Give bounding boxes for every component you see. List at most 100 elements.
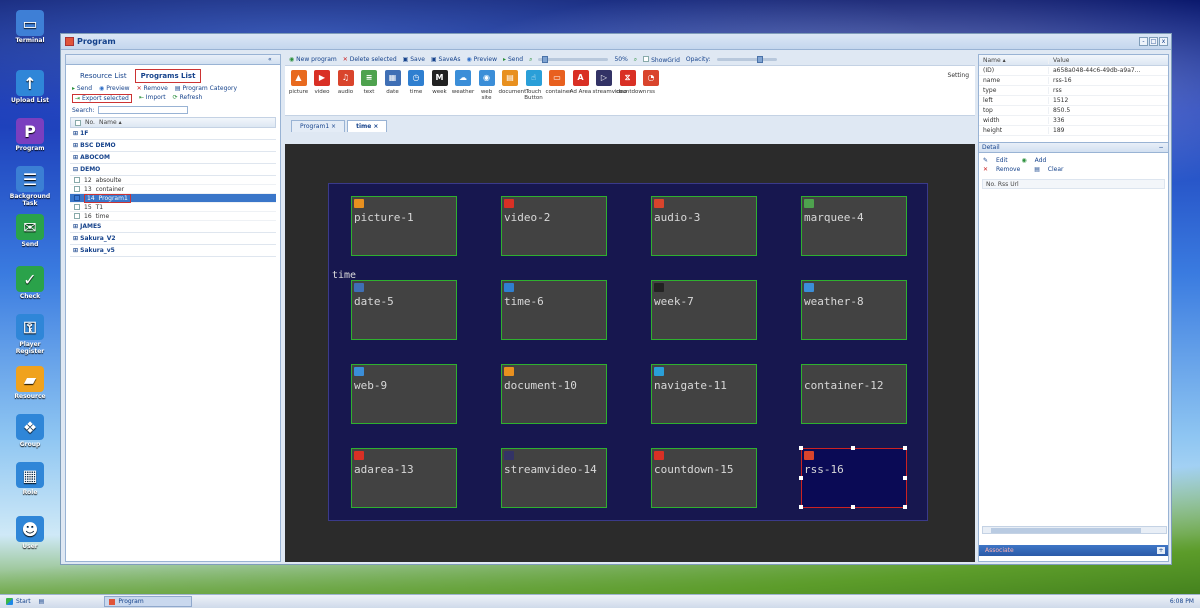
prop-col-value[interactable]: Value	[1049, 57, 1069, 64]
desktop-icon-key[interactable]: ⚿ Player Register	[8, 314, 52, 355]
property-row[interactable]: type rss	[979, 86, 1168, 96]
desktop-icon-program[interactable]: P Program	[8, 118, 52, 152]
saveas-button[interactable]: ▣ SaveAs	[431, 56, 461, 63]
setting-label[interactable]: Setting	[948, 72, 969, 79]
widget-audio-3[interactable]: audio-3	[651, 196, 757, 256]
design-canvas[interactable]: picture-1 video-2 audio-3 marquee-4 date-5 ti…	[285, 144, 975, 562]
desktop-icon-upload[interactable]: ↑ Upload List	[8, 70, 52, 104]
tab-programs-list[interactable]: Programs List	[134, 69, 202, 83]
palette-website[interactable]: ◉ web site	[475, 70, 498, 111]
resize-handle[interactable]	[903, 476, 907, 480]
new-program-button[interactable]: ◉ New program	[289, 56, 337, 63]
program-group[interactable]: ⊞ JAMES	[70, 221, 276, 233]
import-button[interactable]: ⇤ Import	[139, 94, 166, 103]
desktop-icon-send[interactable]: ✉ Send	[8, 214, 52, 248]
palette-weather[interactable]: ☁ weather	[452, 70, 475, 111]
show-desktop-icon[interactable]: ▤	[39, 598, 45, 605]
preview-program-button[interactable]: ◉ Preview	[467, 56, 498, 63]
preview-button[interactable]: ◉ Preview	[99, 85, 130, 92]
property-row[interactable]: width 336	[979, 116, 1168, 126]
row-checkbox[interactable]	[74, 204, 80, 210]
resize-handle[interactable]	[799, 505, 803, 509]
resize-handle[interactable]	[851, 505, 855, 509]
remove-button[interactable]: ✕ Remove	[137, 85, 168, 92]
property-value[interactable]: rss-16	[1049, 77, 1072, 84]
program-row[interactable]: 14 Program1	[70, 193, 276, 203]
program-row[interactable]: 12 absoulte	[70, 176, 276, 185]
program-group[interactable]: ⊞ Sakura_V2	[70, 233, 276, 245]
program-group[interactable]: ⊞ BSC DEMO	[70, 140, 276, 152]
select-all-checkbox[interactable]	[75, 119, 81, 126]
widget-picture-1[interactable]: picture-1	[351, 196, 457, 256]
palette-picture[interactable]: ▲ picture	[287, 70, 310, 111]
minimize-button[interactable]: -	[1139, 37, 1148, 46]
delete-selected-button[interactable]: ✕ Delete selected	[343, 56, 397, 63]
row-checkbox[interactable]	[74, 195, 80, 201]
palette-week[interactable]: Mweek	[428, 70, 451, 111]
desktop-icon-group[interactable]: ❖ Group	[8, 414, 52, 448]
col-no[interactable]: No.	[85, 119, 95, 126]
palette-touch[interactable]: ☝ Touch Button	[522, 70, 545, 111]
widget-streamvideo-14[interactable]: streamvideo-14	[501, 448, 607, 508]
program-group[interactable]: ⊞ 1F	[70, 128, 276, 140]
resize-handle[interactable]	[903, 505, 907, 509]
start-button[interactable]: Start	[6, 598, 31, 605]
property-row[interactable]: left 1512	[979, 96, 1168, 106]
desktop-icon-role[interactable]: ▦ Role	[8, 462, 52, 496]
program-category-button[interactable]: ▤ Program Category	[175, 85, 237, 92]
zoom-slider-thumb[interactable]	[542, 56, 549, 63]
widget-countdown-15[interactable]: countdown-15	[651, 448, 757, 508]
scrollbar-thumb[interactable]	[991, 528, 1141, 533]
associate-expand-icon[interactable]: +	[1157, 547, 1165, 554]
showgrid-checkbox[interactable]	[643, 55, 650, 62]
tab-time[interactable]: time ×	[347, 120, 388, 132]
desktop-icon-user[interactable]: ☻ User	[8, 516, 52, 550]
zoom-out-icon[interactable]: ⌕	[529, 56, 532, 64]
horizontal-scrollbar[interactable]	[982, 526, 1167, 534]
send-program-button[interactable]: ▸ Send	[503, 56, 523, 63]
property-value[interactable]: 336	[1049, 117, 1064, 124]
maximize-button[interactable]: □	[1149, 37, 1158, 46]
resize-handle[interactable]	[799, 446, 803, 450]
associate-bar[interactable]: Associate +	[979, 545, 1168, 556]
palette-adarea[interactable]: A Ad Area	[569, 70, 592, 111]
palette-date[interactable]: ▦ date	[381, 70, 404, 111]
property-row[interactable]: height 189	[979, 126, 1168, 136]
property-value[interactable]: 189	[1049, 127, 1064, 134]
clear-button[interactable]: ▤ Clear	[1034, 166, 1069, 173]
window-titlebar[interactable]: Program - □ x	[61, 34, 1171, 50]
property-row[interactable]: name rss-16	[979, 76, 1168, 86]
collapse-left-icon[interactable]: «	[268, 56, 276, 63]
widget-weather-8[interactable]: weather-8	[801, 280, 907, 340]
resize-handle[interactable]	[851, 446, 855, 450]
tab-program1[interactable]: Program1 ×	[291, 120, 346, 132]
col-name[interactable]: Name ▴	[99, 119, 122, 126]
desktop-icon-check[interactable]: ✓ Check	[8, 266, 52, 300]
property-value[interactable]: 1512	[1049, 97, 1068, 104]
palette-time[interactable]: ◷ time	[405, 70, 428, 111]
zoom-slider[interactable]	[538, 56, 609, 63]
add-button[interactable]: ◉ Add	[1021, 157, 1052, 164]
widget-week-7[interactable]: week-7	[651, 280, 757, 340]
property-row[interactable]: (ID) a658a048-44c6-49db-a9a7...	[979, 66, 1168, 76]
property-row[interactable]: top 850.5	[979, 106, 1168, 116]
widget-adarea-13[interactable]: adarea-13	[351, 448, 457, 508]
widget-container-12[interactable]: container-12	[801, 364, 907, 424]
palette-rss[interactable]: ◔ rss	[640, 70, 663, 111]
detail-collapse-icon[interactable]: −	[1157, 144, 1165, 151]
widget-navigate-11[interactable]: navigate-11	[651, 364, 757, 424]
resize-handle[interactable]	[799, 476, 803, 480]
desktop-icon-monitor[interactable]: ▭ Terminal	[8, 10, 52, 44]
opacity-slider-thumb[interactable]	[756, 56, 763, 63]
palette-streamvideo[interactable]: ▷ streamvideo	[593, 70, 627, 111]
program-row[interactable]: 15 T1	[70, 203, 276, 212]
property-value[interactable]: 850.5	[1049, 107, 1070, 114]
program-group[interactable]: ⊟ DEMO	[70, 164, 276, 176]
showgrid-toggle[interactable]: ShowGrid	[643, 55, 680, 64]
palette-document[interactable]: ▤ document	[499, 70, 526, 111]
save-button[interactable]: ▣ Save	[403, 56, 425, 63]
palette-container[interactable]: ▭ container	[546, 70, 572, 111]
palette-audio[interactable]: ♫ audio	[334, 70, 357, 111]
row-checkbox[interactable]	[74, 177, 80, 183]
program-row[interactable]: 16 time	[70, 212, 276, 221]
